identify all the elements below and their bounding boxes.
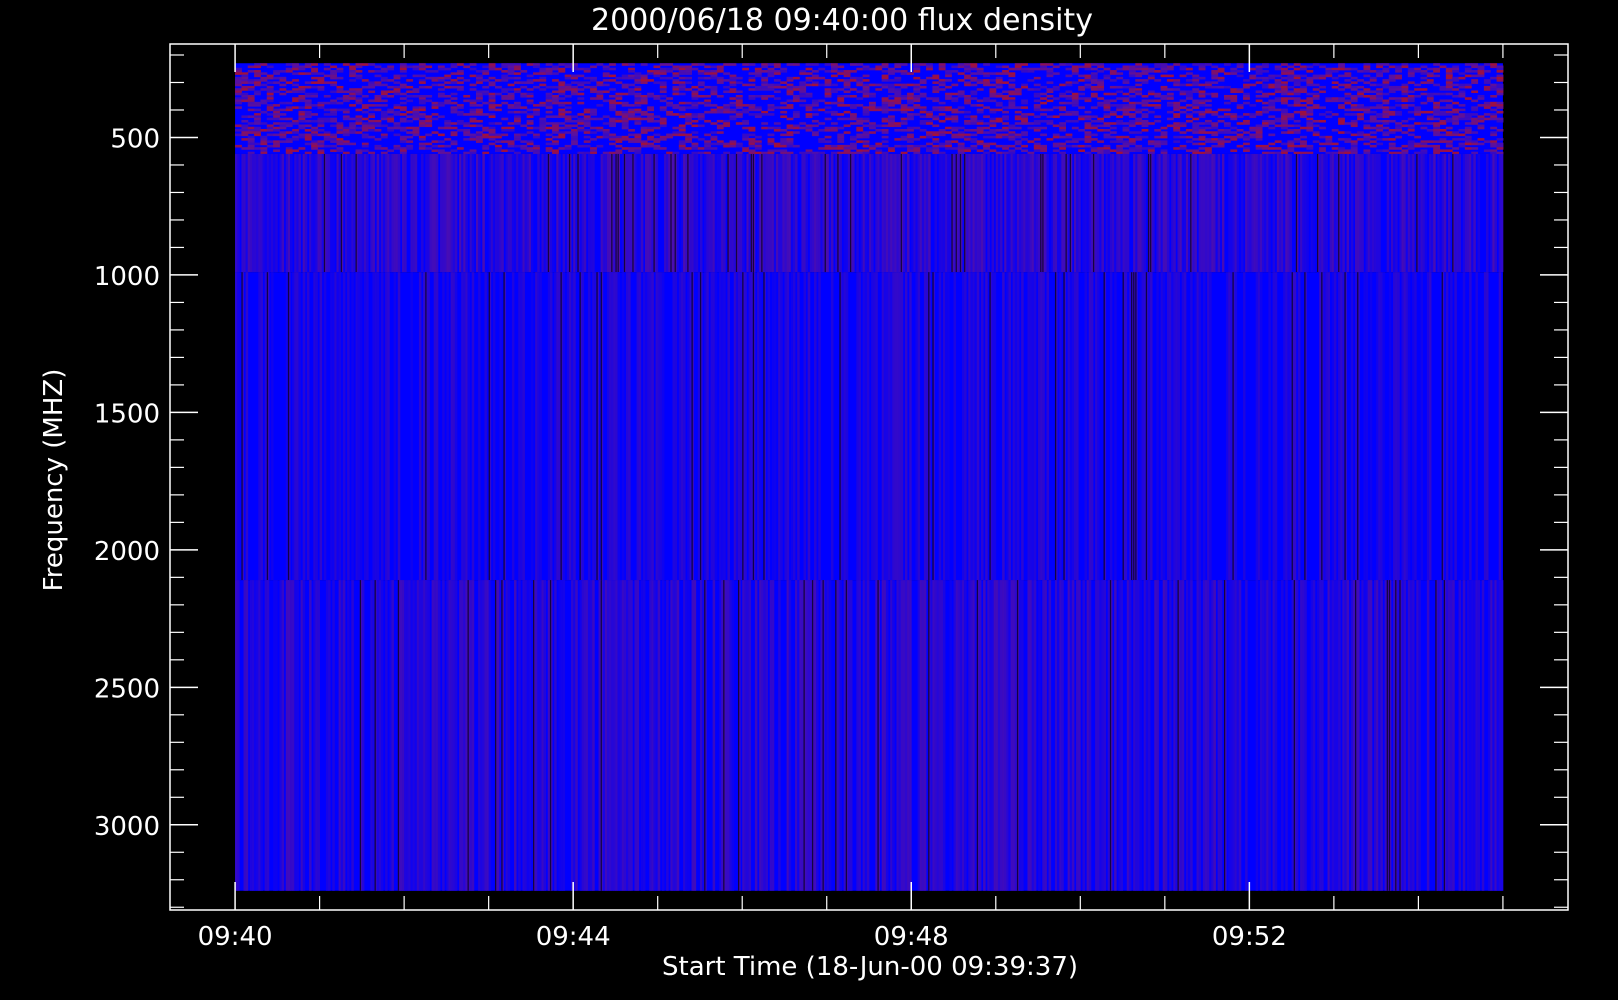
y-tick-label: 1500	[94, 399, 160, 429]
x-tick-label: 09:44	[536, 922, 611, 952]
y-tick-label: 3000	[94, 812, 160, 842]
x-tick-label: 09:40	[198, 922, 273, 952]
spectrogram-chart: 500 1000 1500 2000 2500 3000 09:40 09:44 09:48 09…	[39, 3, 1569, 982]
x-tick-label: 09:52	[1212, 922, 1287, 952]
y-tick-label: 2000	[94, 537, 160, 567]
y-tick-label: 500	[110, 124, 160, 154]
y-axis-label: Frequency (MHZ)	[39, 369, 69, 592]
chart-title: 2000/06/18 09:40:00 flux density	[591, 3, 1093, 38]
x-axis-label: Start Time (18-Jun-00 09:39:37)	[662, 952, 1078, 982]
heatmap-area	[235, 63, 1504, 891]
y-tick-label: 2500	[94, 674, 160, 704]
spectrogram-band	[235, 63, 1504, 155]
spectrogram-band	[235, 272, 1503, 581]
spectrogram-band	[235, 580, 1504, 891]
spectrogram-band	[235, 153, 1504, 273]
x-tick-label: 09:48	[874, 922, 949, 952]
y-tick-label: 1000	[94, 262, 160, 292]
